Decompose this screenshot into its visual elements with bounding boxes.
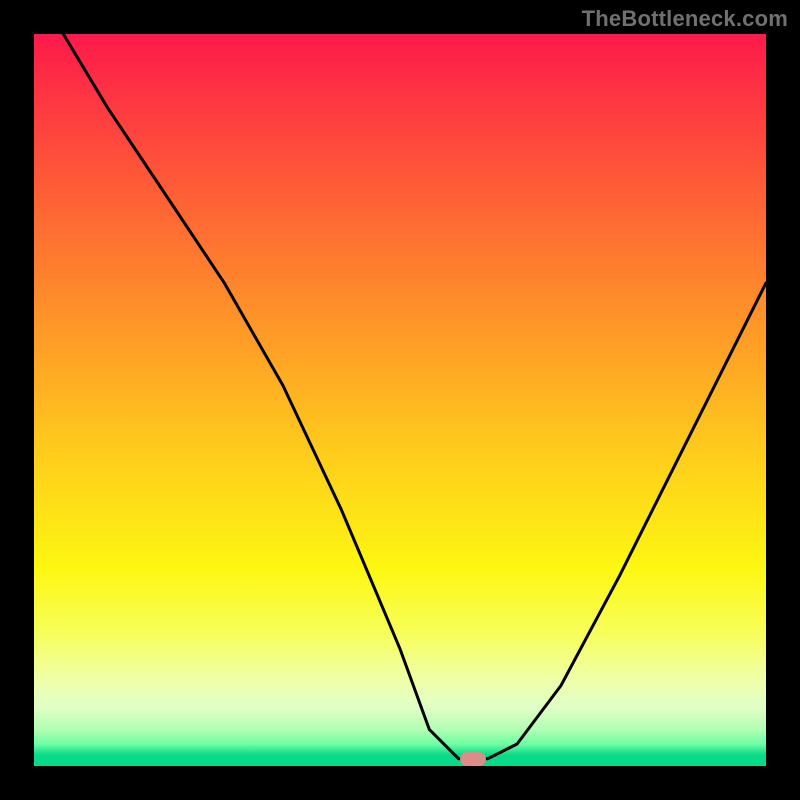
plot-area — [34, 34, 766, 766]
optimal-marker-icon — [460, 752, 486, 766]
chart-canvas: TheBottleneck.com — [0, 0, 800, 800]
watermark-text: TheBottleneck.com — [582, 6, 788, 32]
bottleneck-curve — [34, 34, 766, 766]
